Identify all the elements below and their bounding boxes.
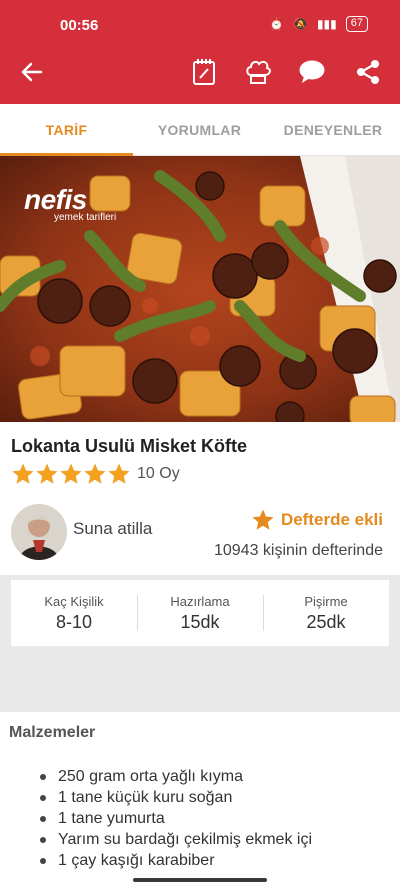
- list-item: 1 tane yumurta: [36, 808, 312, 829]
- tab-label: YORUMLAR: [157, 122, 242, 138]
- list-item: Yarım su bardağı çekilmiş ekmek içi: [36, 829, 312, 850]
- star-icon: [36, 463, 58, 484]
- notebook-count: 10943 kişinin defterinde: [213, 542, 383, 559]
- share-button[interactable]: [346, 40, 390, 104]
- ingredient-text: 1 tane yumurta: [58, 810, 165, 827]
- notebook-button[interactable]: [182, 40, 226, 104]
- tab-bar: TARİF YORUMLAR DENEYENLER: [0, 104, 400, 156]
- ingredient-text: Yarım su bardağı çekilmiş ekmek içi: [58, 831, 312, 848]
- ingredient-text: 250 gram orta yağlı kıyma: [58, 768, 243, 785]
- notebook-label: Defterde ekli: [280, 510, 383, 529]
- ingredient-text: 1 çay kaşığı karabiber: [58, 852, 215, 869]
- ingredients-list: 250 gram orta yağlı kıyma 1 tane küçük k…: [36, 766, 312, 871]
- status-icons: ⏰ 🔕 ▮▮▮ 67: [269, 16, 368, 32]
- star-rating: [11, 462, 131, 486]
- star-icon: [108, 463, 130, 484]
- notebook-icon: [193, 59, 215, 85]
- list-item: 1 çay kaşığı karabiber: [36, 850, 312, 871]
- nefis-logo: nefis yemek tarifleri: [24, 184, 116, 223]
- star-icon: [12, 463, 34, 484]
- mute-icon: 🔕: [292, 17, 308, 31]
- ingredients-title: Malzemeler: [9, 724, 96, 741]
- info-label: Hazırlama: [170, 593, 230, 609]
- star-icon: [84, 463, 106, 484]
- bullet-icon: [40, 836, 46, 843]
- avatar-photo: [11, 504, 67, 560]
- tab-label: DENEYENLER: [283, 122, 383, 138]
- bullet-icon: [40, 773, 46, 780]
- tab-yorumlar[interactable]: YORUMLAR: [133, 104, 266, 156]
- alarm-icon: ⏰: [269, 17, 284, 31]
- back-button[interactable]: [10, 40, 54, 104]
- author-row: Suna atilla Defterde ekli 10943 kişinin …: [0, 500, 400, 572]
- home-indicator[interactable]: [133, 878, 267, 882]
- star-icon: [60, 463, 82, 484]
- recipe-title: Lokanta Usulü Misket Köfte: [11, 436, 248, 456]
- avatar[interactable]: [11, 504, 67, 560]
- cook-time-column: Pişirme 25dk: [263, 580, 389, 646]
- chef-button[interactable]: [236, 40, 280, 104]
- chef-hat-icon: [246, 60, 271, 84]
- comment-icon: [299, 60, 325, 83]
- logo-subtitle: yemek tarifleri: [54, 212, 117, 223]
- info-value: 15dk: [180, 611, 220, 632]
- tab-deneyenler[interactable]: DENEYENLER: [266, 104, 400, 156]
- status-time: 00:56: [60, 17, 99, 34]
- arrow-left-icon: [21, 62, 43, 82]
- share-icon: [357, 60, 379, 84]
- comment-button[interactable]: [290, 40, 334, 104]
- star-icon: [252, 509, 274, 530]
- list-item: 250 gram orta yağlı kıyma: [36, 766, 312, 787]
- bullet-icon: [40, 815, 46, 822]
- bullet-icon: [40, 857, 46, 864]
- info-value: 25dk: [306, 611, 346, 632]
- info-value: 8-10: [55, 611, 93, 632]
- servings-column: Kaç Kişilik 8-10: [11, 580, 137, 646]
- info-label: Pişirme: [304, 593, 348, 609]
- signal-icon: ▮▮▮: [316, 17, 337, 31]
- tab-label: TARİF: [45, 122, 88, 138]
- battery-icon: 67: [345, 16, 368, 32]
- ingredient-text: 1 tane küçük kuru soğan: [58, 789, 233, 806]
- author-name[interactable]: Suna atilla: [73, 519, 152, 539]
- list-item: 1 tane küçük kuru soğan: [36, 787, 312, 808]
- status-bar: 00:56 ⏰ 🔕 ▮▮▮ 67: [0, 0, 400, 40]
- tab-tarif[interactable]: TARİF: [0, 104, 133, 156]
- prep-time-column: Hazırlama 15dk: [137, 580, 263, 646]
- toolbar: [0, 40, 400, 104]
- rating[interactable]: 10 Oy: [11, 462, 180, 486]
- info-label: Kaç Kişilik: [44, 593, 104, 609]
- vote-count: 10 Oy: [137, 465, 180, 482]
- info-card: Kaç Kişilik 8-10 Hazırlama 15dk Pişirme …: [11, 580, 389, 646]
- bullet-icon: [40, 794, 46, 801]
- notebook-status-button[interactable]: Defterde ekli: [251, 508, 383, 532]
